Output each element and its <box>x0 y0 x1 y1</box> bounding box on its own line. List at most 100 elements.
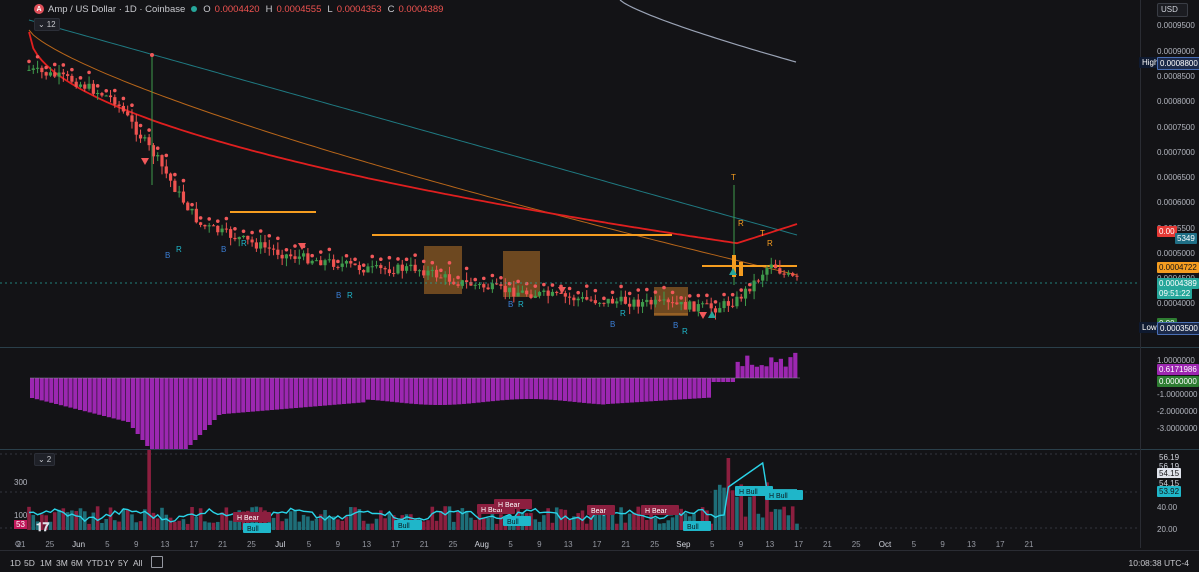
oscillator-bar <box>586 378 591 404</box>
oscillator-bar <box>514 378 519 400</box>
volume-bar <box>563 509 568 530</box>
candle-body <box>653 299 658 305</box>
oscillator-bar <box>82 378 87 412</box>
volume-bar <box>327 516 332 530</box>
market-status-icon <box>191 6 198 12</box>
range-1y[interactable]: 1Y <box>104 558 114 568</box>
volume-bar <box>185 523 190 530</box>
volume-bar <box>554 507 559 530</box>
candle-body <box>786 273 791 275</box>
oscillator-bar <box>241 378 246 413</box>
range-3m[interactable]: 3M <box>56 558 68 568</box>
currency-selector[interactable]: USD <box>1157 3 1188 17</box>
candle-body <box>70 75 74 82</box>
oscillator-bar <box>673 378 678 400</box>
signal-dot <box>207 217 212 221</box>
signal-dot <box>224 216 229 221</box>
volume-bar <box>743 516 748 530</box>
oscillator-bar <box>534 378 539 400</box>
volume-bar <box>138 521 143 530</box>
volume-pane[interactable]: H Bear Bull Bull H Bear H Bear Bull Bear H Bear… <box>0 448 1140 538</box>
oscillator-pane[interactable] <box>0 348 1140 470</box>
volume-bar <box>623 522 628 530</box>
long-ma-line <box>619 0 797 63</box>
compare-dates-icon[interactable] <box>151 556 163 568</box>
range-all[interactable]: All <box>133 558 142 568</box>
main-chart-pane[interactable]: BRBRBRBRBRBRTRTR <box>0 0 1140 346</box>
oscillator-bar <box>649 378 654 402</box>
oscillator-bar <box>610 378 615 404</box>
volume-bar <box>439 510 443 530</box>
volume-bar <box>190 506 194 530</box>
time-tick: 21 <box>1024 540 1034 549</box>
volume-chart-svg: H BearBull BullH BearH BearBullBear H Bear… <box>0 448 1140 533</box>
candle-body <box>96 93 100 95</box>
volume-bar <box>760 517 765 530</box>
signal-dot <box>430 260 435 265</box>
oscillator-bar <box>740 366 745 378</box>
volume-bar <box>91 512 96 530</box>
oscillator-bar <box>562 378 567 401</box>
tradingview-logo-icon[interactable]: 𝟏𝟕 <box>36 520 49 535</box>
candle-body <box>349 261 353 264</box>
candle-body <box>516 292 520 297</box>
volume-bar <box>370 523 375 530</box>
candle-body <box>525 290 529 295</box>
oscillator-bar <box>759 365 764 378</box>
oscillator-bar <box>548 378 553 400</box>
symbol-legend: A Amp / US Dollar · 1D · Coinbase O 0.000… <box>34 2 445 16</box>
oscillator-bar <box>678 378 683 400</box>
candle-body <box>533 295 537 298</box>
candle-body <box>314 260 319 262</box>
time-tick: Oct <box>878 540 892 549</box>
volume-indicators-toggle[interactable]: ⌄ 2 <box>34 453 56 466</box>
chevron-down-icon: ⌄ <box>38 455 45 464</box>
time-tick: 25 <box>650 540 660 549</box>
time-axis[interactable]: ⚙ 21 25 Jun 5 9 13 17 21 25 Jul 5 9 13 17 21 25 Aug 5 9 13 1… <box>0 538 1140 550</box>
volume-bar <box>679 508 683 530</box>
oscillator-bar <box>447 378 452 405</box>
range-1m[interactable]: 1M <box>40 558 52 568</box>
oscillator-bar <box>663 378 668 401</box>
time-tick: 9 <box>738 540 744 549</box>
signal-dot <box>78 76 83 80</box>
time-tick: 5 <box>911 540 917 549</box>
signal-dot <box>421 259 426 264</box>
candle-body <box>482 284 486 288</box>
signal-dot <box>87 70 91 75</box>
candle-body <box>568 296 572 298</box>
candle-body <box>469 282 473 286</box>
signal-dot <box>44 65 48 70</box>
price-axis[interactable]: 0.0009500 0.0009000 0.0008500 0.0008000 … <box>1139 0 1199 548</box>
timezone-clock[interactable]: 10:08:38 UTC-4 <box>1129 558 1189 568</box>
volume-bar <box>795 523 799 530</box>
symbol-title[interactable]: Amp / US Dollar · 1D · Coinbase <box>48 4 185 15</box>
signal-dot <box>327 247 332 252</box>
signal-dot <box>473 277 478 282</box>
range-ytd[interactable]: YTD <box>86 558 103 568</box>
candle-body <box>353 263 357 266</box>
oscillator-bar <box>390 378 395 402</box>
signal-dot <box>267 233 272 238</box>
signal-dot <box>250 230 254 235</box>
signal-dot <box>567 286 572 291</box>
oscillator-bar <box>572 378 577 402</box>
reversal-signal-label: R <box>176 245 182 254</box>
indicators-toggle[interactable]: ⌄ 12 <box>34 18 60 31</box>
candle-body <box>66 74 70 76</box>
reversal-signal-label: R <box>241 239 247 248</box>
candle-body <box>688 301 692 310</box>
price-tick: 0.0007000 <box>1157 148 1195 157</box>
oscillator-bar <box>774 362 779 378</box>
range-1d[interactable]: 1D <box>10 558 21 568</box>
volume-bar <box>542 515 546 530</box>
time-tick: 17 <box>189 540 199 549</box>
sell-triangle-icon <box>558 287 566 294</box>
oscillator-bar <box>250 378 255 412</box>
range-5d[interactable]: 5D <box>24 558 35 568</box>
range-5y[interactable]: 5Y <box>118 558 128 568</box>
candle-body <box>662 299 666 301</box>
volume-bar <box>147 448 151 530</box>
volume-bar <box>336 519 340 530</box>
range-6m[interactable]: 6M <box>71 558 83 568</box>
